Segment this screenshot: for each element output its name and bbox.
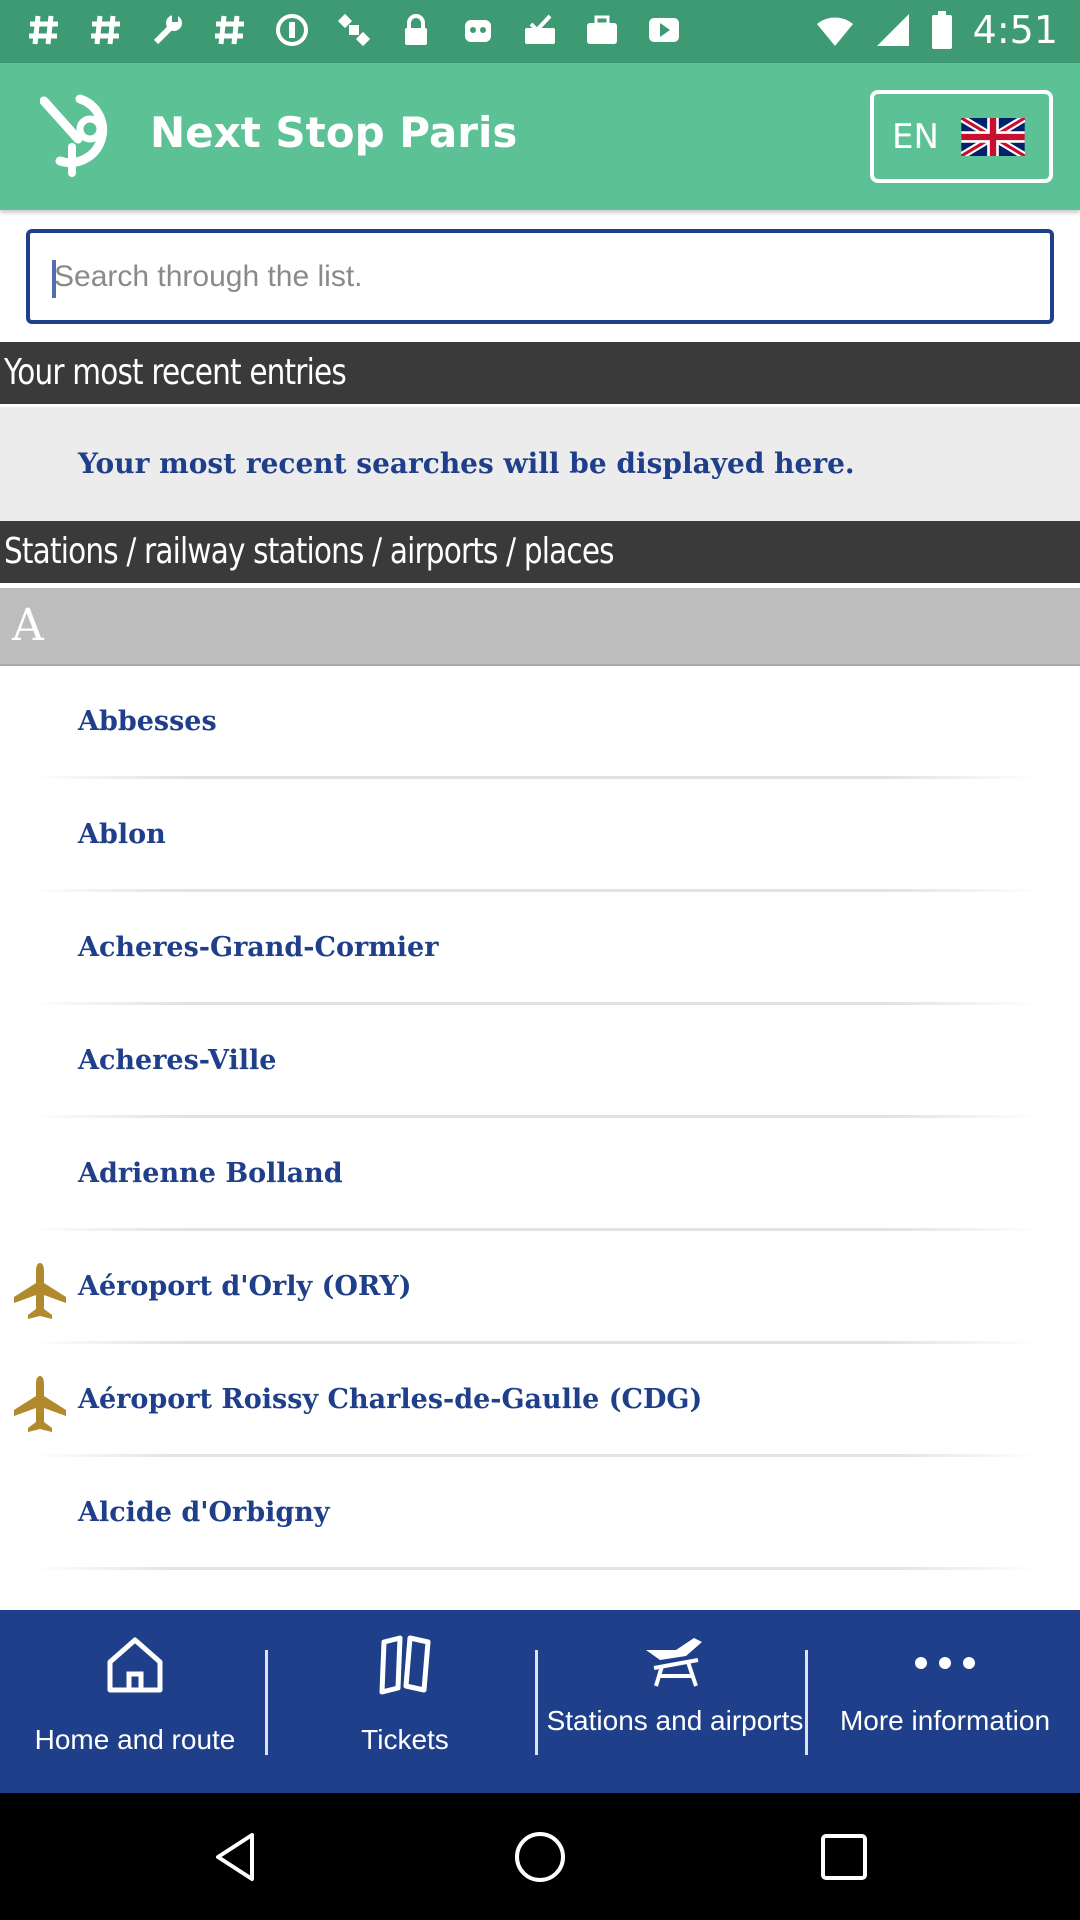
- airplane-icon: [14, 1376, 66, 1432]
- list-item[interactable]: Aéroport d'Orly (ORY): [0, 1231, 1080, 1344]
- lock-icon: [396, 10, 436, 50]
- list-item[interactable]: Acheres-Grand-Cormier: [0, 892, 1080, 1005]
- more-dots-icon: [915, 1657, 975, 1669]
- nav-separator: [535, 1650, 538, 1755]
- nav-separator: [805, 1650, 808, 1755]
- nav-label: Tickets: [361, 1724, 449, 1755]
- play-icon: [644, 10, 684, 50]
- list-item[interactable]: Adrienne Bolland: [0, 1118, 1080, 1231]
- train-plane-icon: [646, 1638, 702, 1687]
- wrench-icon: [148, 10, 188, 50]
- app-title: Next Stop Paris: [150, 108, 518, 157]
- back-icon[interactable]: [206, 1827, 266, 1887]
- hashtag-icon: [86, 10, 126, 50]
- list-item[interactable]: Alcide d'Orbigny: [0, 1457, 1080, 1570]
- work-bag-icon: [582, 10, 622, 50]
- list-item[interactable]: Aéroport Roissy Charles-de-Gaulle (CDG): [0, 1344, 1080, 1457]
- recent-entries-panel: Your most recent searches will be displa…: [0, 407, 1080, 521]
- list-item-label: Abbesses: [78, 706, 217, 737]
- uk-flag-icon: [960, 117, 1025, 156]
- system-navigation-bar: [0, 1793, 1080, 1920]
- list-item[interactable]: Abbesses: [0, 666, 1080, 779]
- recent-apps-icon[interactable]: [814, 1827, 874, 1887]
- recent-entries-heading: Your most recent entries: [0, 342, 1080, 404]
- battery-icon: [931, 11, 952, 49]
- list-item-label: Acheres-Ville: [78, 1045, 277, 1076]
- nav-label: Home and route: [34, 1724, 236, 1755]
- letter-group-label: A: [12, 600, 44, 651]
- text-cursor: [52, 260, 56, 298]
- stations-list: Abbesses Ablon Acheres-Grand-Cormier Ach…: [0, 666, 1080, 1570]
- list-item[interactable]: Ablon: [0, 779, 1080, 892]
- list-item-label: Aéroport d'Orly (ORY): [78, 1271, 412, 1302]
- stations-heading: Stations / railway stations / airports /…: [0, 521, 1080, 583]
- home-button-icon[interactable]: [510, 1827, 570, 1887]
- divider: [30, 1567, 1040, 1570]
- signal-icon: [876, 14, 909, 46]
- satellite-icon: [334, 10, 374, 50]
- nav-label: More information: [839, 1705, 1051, 1736]
- nav-tickets[interactable]: Tickets: [270, 1610, 540, 1793]
- list-item-label: Aéroport Roissy Charles-de-Gaulle (CDG): [78, 1384, 703, 1415]
- bottom-navigation: Home and route Tickets Stations and airp…: [0, 1610, 1080, 1793]
- letter-group-header: A: [0, 588, 1080, 666]
- airplane-icon: [14, 1263, 66, 1319]
- language-selector-button[interactable]: EN: [870, 90, 1053, 183]
- app-logo-icon: [40, 94, 108, 177]
- nav-home-and-route[interactable]: Home and route: [0, 1610, 270, 1793]
- check-tray-icon: [520, 10, 560, 50]
- hashtag-icon: [210, 10, 250, 50]
- notification-icons: [24, 10, 684, 50]
- list-item[interactable]: Acheres-Ville: [0, 1005, 1080, 1118]
- search-input[interactable]: [26, 229, 1054, 324]
- list-item-label: Ablon: [78, 819, 166, 850]
- nav-label: Stations and airports: [546, 1705, 804, 1736]
- nav-more-information[interactable]: More information: [810, 1610, 1080, 1793]
- robot-icon: [458, 10, 498, 50]
- app-header: Next Stop Paris EN: [0, 63, 1080, 210]
- language-code: EN: [892, 116, 939, 157]
- list-item-label: Adrienne Bolland: [78, 1158, 343, 1189]
- clock: 4:51: [972, 8, 1058, 52]
- status-bar: 4:51: [0, 0, 1080, 63]
- list-item-label: Acheres-Grand-Cormier: [78, 932, 439, 963]
- home-icon: [107, 1637, 163, 1693]
- ticket-icon: [379, 1635, 431, 1695]
- list-item-label: Alcide d'Orbigny: [78, 1497, 330, 1528]
- block-icon: [272, 10, 312, 50]
- recent-empty-message: Your most recent searches will be displa…: [78, 447, 855, 480]
- nav-stations-and-airports[interactable]: Stations and airports: [540, 1610, 810, 1793]
- wifi-icon: [816, 17, 853, 46]
- hashtag-icon: [24, 10, 64, 50]
- nav-separator: [265, 1650, 268, 1755]
